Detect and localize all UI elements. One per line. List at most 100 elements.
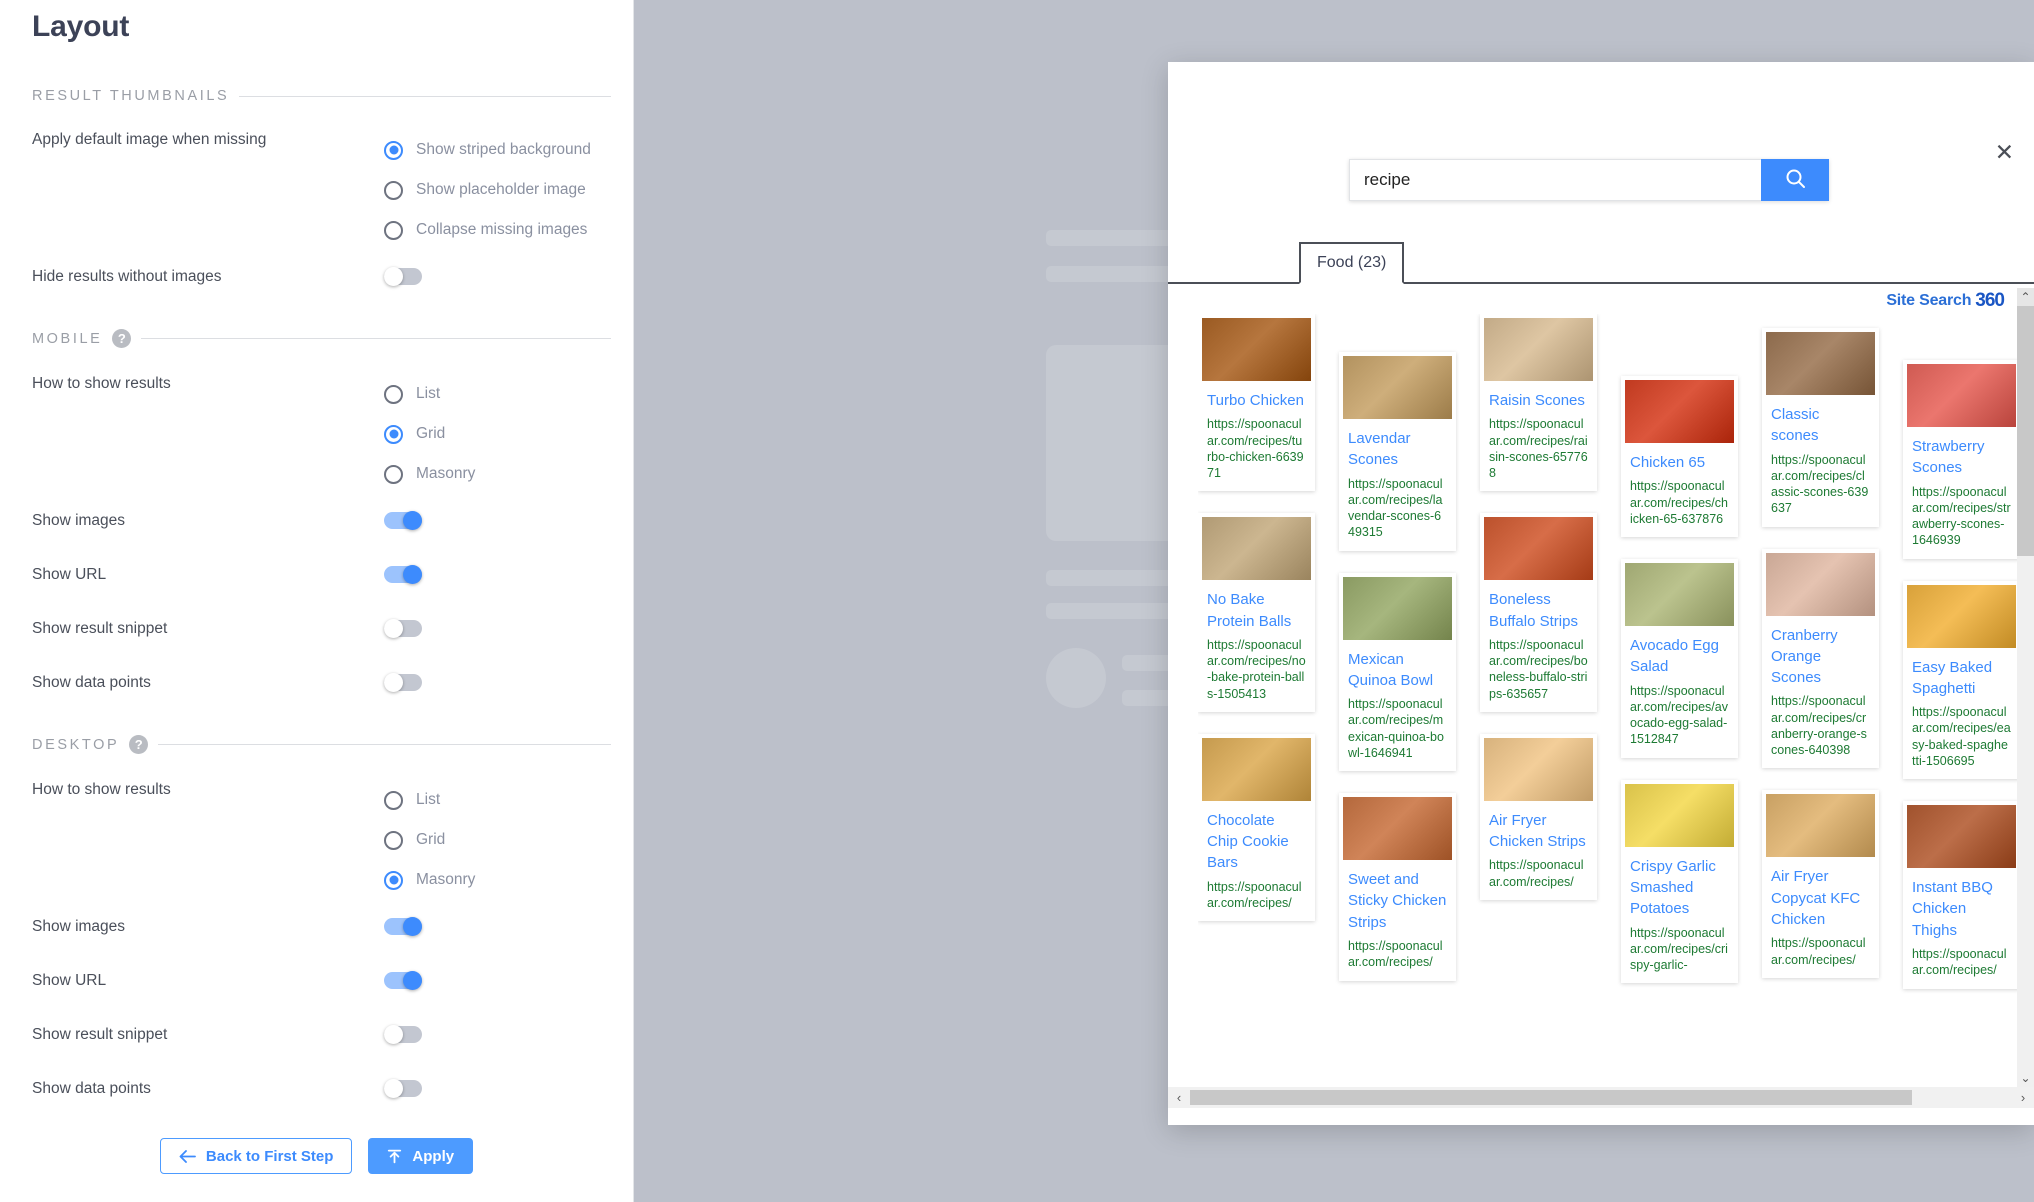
result-card[interactable]: Instant BBQ Chicken Thighs https://spoona… [1903, 801, 2020, 989]
scroll-up-arrow-icon[interactable]: ⌃ [2017, 288, 2034, 306]
setting-label: Show URL [32, 972, 107, 989]
result-title[interactable]: Classic scones [1766, 395, 1875, 447]
result-title[interactable]: Lavendar Scones [1343, 419, 1452, 471]
toggle-knob [384, 1025, 403, 1044]
result-title[interactable]: No Bake Protein Balls [1202, 580, 1311, 632]
result-url: https://spoonacular.com/recipes/classic-… [1771, 452, 1869, 516]
result-card[interactable]: Boneless Buffalo Strips https://spoonacul… [1480, 513, 1597, 712]
result-url: https://spoonacular.com/recipes/avocado-… [1630, 683, 1728, 747]
radio-icon[interactable] [384, 830, 403, 850]
toggle-knob [403, 917, 422, 936]
result-card[interactable]: Turbo Chicken https://spoonacular.com/rec… [1198, 314, 1315, 492]
result-title[interactable]: Strawberry Scones [1907, 427, 2016, 479]
setting-row-desktop-show-data-points: Show data points [32, 1079, 617, 1107]
result-card[interactable]: Cranberry Orange Scones https://spoonacul… [1762, 548, 1879, 769]
radio-option-striped-background[interactable]: Show striped background [384, 130, 617, 170]
result-card[interactable]: Chocolate Chip Cookie Bars https://spoona… [1198, 733, 1315, 922]
result-url: https://spoonacular.com/recipes/no-bake-… [1207, 637, 1306, 701]
result-card[interactable]: Chicken 65 https://spoonacular.com/recipe… [1621, 376, 1738, 538]
result-card[interactable]: Mexican Quinoa Bowl https://spoonacular.c… [1339, 572, 1456, 772]
radio-icon[interactable] [384, 464, 403, 484]
search-button[interactable] [1761, 159, 1829, 201]
result-card[interactable]: Strawberry Scones https://spoonacular.com… [1903, 360, 2020, 559]
results-masonry-grid: Turbo Chicken https://spoonacular.com/rec… [1198, 314, 2020, 1087]
result-title[interactable]: Avocado Egg Salad [1625, 626, 1734, 678]
results-column: Strawberry Scones https://spoonacular.com… [1903, 360, 2020, 1011]
radio-icon[interactable] [384, 140, 403, 160]
help-icon[interactable]: ? [129, 735, 149, 754]
scroll-right-arrow-icon[interactable]: › [2012, 1090, 2034, 1105]
radio-icon[interactable] [384, 790, 403, 810]
result-tabs: Food (23) [1168, 240, 2034, 284]
scroll-down-arrow-icon[interactable]: ⌄ [2017, 1069, 2034, 1087]
result-card[interactable]: Raisin Scones https://spoonacular.com/rec… [1480, 314, 1597, 492]
radio-icon[interactable] [384, 180, 403, 200]
radio-icon[interactable] [384, 384, 403, 404]
result-title[interactable]: Instant BBQ Chicken Thighs [1907, 868, 2016, 941]
result-title[interactable]: Raisin Scones [1484, 381, 1593, 411]
result-card[interactable]: Avocado Egg Salad https://spoonacular.com… [1621, 559, 1738, 758]
result-title[interactable]: Boneless Buffalo Strips [1484, 580, 1593, 632]
scroll-left-arrow-icon[interactable]: ‹ [1168, 1090, 1190, 1105]
setting-row-mobile-show-url: Show URL [32, 565, 617, 593]
help-icon[interactable]: ? [112, 329, 132, 348]
result-title[interactable]: Turbo Chicken [1202, 381, 1311, 411]
search-input[interactable] [1349, 159, 1761, 201]
radio-option-collapse-missing[interactable]: Collapse missing images [384, 210, 617, 250]
toggle-knob [403, 511, 422, 530]
result-title[interactable]: Air Fryer Chicken Strips [1484, 801, 1593, 853]
result-url: https://spoonacular.com/recipes/ [1348, 939, 1443, 970]
search-icon [1785, 168, 1806, 192]
apply-button[interactable]: Apply [368, 1138, 474, 1174]
radio-label: List [416, 385, 441, 402]
result-title[interactable]: Easy Baked Spaghetti [1907, 648, 2016, 700]
result-card[interactable]: Classic scones https://spoonacular.com/re… [1762, 328, 1879, 527]
radio-label: Show placeholder image [416, 181, 586, 198]
vertical-scroll-thumb[interactable] [2017, 306, 2034, 556]
section-divider [239, 95, 611, 97]
layout-settings-panel: Layout RESULT THUMBNAILS Apply default i… [0, 0, 634, 1202]
toggle-knob [384, 1079, 403, 1098]
page-title: Layout [32, 10, 130, 43]
radio-option-placeholder-image[interactable]: Show placeholder image [384, 170, 617, 210]
result-card[interactable]: Crispy Garlic Smashed Potatoes https://sp… [1621, 779, 1738, 984]
radio-icon[interactable] [384, 870, 403, 890]
result-card[interactable]: No Bake Protein Balls https://spoonacular… [1198, 513, 1315, 712]
back-to-first-step-button[interactable]: Back to First Step [159, 1138, 353, 1174]
toggle-knob [384, 673, 403, 692]
section-label: DESKTOP [32, 736, 120, 753]
result-thumbnail [1484, 517, 1593, 581]
result-title[interactable]: Air Fryer Copycat KFC Chicken [1766, 857, 1875, 930]
result-card[interactable]: Sweet and Sticky Chicken Strips https://s… [1339, 793, 1456, 981]
result-title[interactable]: Chicken 65 [1625, 443, 1734, 473]
radio-option-desktop-masonry[interactable]: Masonry [384, 860, 617, 900]
results-horizontal-scrollbar[interactable]: ‹ › [1168, 1087, 2034, 1108]
horizontal-scroll-thumb[interactable] [1190, 1090, 1912, 1105]
radio-label: List [416, 791, 441, 808]
placeholder-avatar [1046, 648, 1106, 708]
results-vertical-scrollbar[interactable]: ⌃ ⌄ [2017, 288, 2034, 1087]
result-title[interactable]: Crispy Garlic Smashed Potatoes [1625, 847, 1734, 920]
result-card[interactable]: Air Fryer Chicken Strips https://spoonacu… [1480, 733, 1597, 900]
radio-icon[interactable] [384, 424, 403, 444]
result-thumbnail [1202, 318, 1311, 381]
setting-label: Show images [32, 918, 126, 935]
result-card[interactable]: Lavendar Scones https://spoonacular.com/r… [1339, 352, 1456, 551]
result-title[interactable]: Cranberry Orange Scones [1766, 616, 1875, 689]
radio-option-desktop-grid[interactable]: Grid [384, 820, 617, 860]
radio-option-mobile-grid[interactable]: Grid [384, 414, 617, 454]
result-card[interactable]: Easy Baked Spaghetti https://spoonacular.… [1903, 580, 2020, 780]
close-icon[interactable]: ✕ [1995, 142, 2014, 165]
tab-food[interactable]: Food (23) [1299, 242, 1405, 284]
result-title[interactable]: Sweet and Sticky Chicken Strips [1343, 860, 1452, 933]
result-card[interactable]: Air Fryer Copycat KFC Chicken https://spo… [1762, 790, 1879, 978]
radio-option-mobile-masonry[interactable]: Masonry [384, 454, 617, 494]
radio-icon[interactable] [384, 220, 403, 240]
result-title[interactable]: Mexican Quinoa Bowl [1343, 640, 1452, 692]
radio-option-mobile-list[interactable]: List [384, 374, 617, 414]
radio-group-desktop-layout: List Grid Masonry [384, 780, 617, 900]
section-divider [158, 744, 611, 745]
result-title[interactable]: Chocolate Chip Cookie Bars [1202, 801, 1311, 874]
radio-option-desktop-list[interactable]: List [384, 780, 617, 820]
result-thumbnail [1766, 332, 1875, 395]
